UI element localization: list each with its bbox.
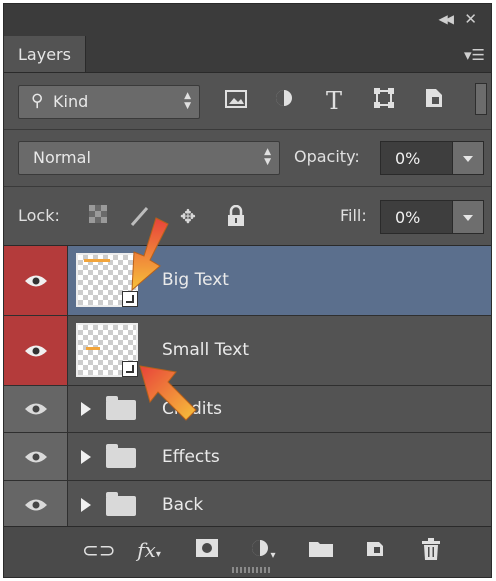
thumbnail-content [86, 347, 100, 350]
fill-label: Fill: [340, 206, 367, 225]
layer-name[interactable]: Back [162, 495, 203, 515]
delete-layer-icon[interactable] [418, 538, 444, 565]
fx-label: fx [137, 538, 156, 562]
blend-mode-select[interactable]: Normal ▲ ▼ [18, 141, 280, 175]
folder-icon [106, 492, 136, 516]
visibility-eye-icon[interactable] [4, 246, 68, 315]
new-group-folder-icon[interactable] [308, 538, 334, 562]
layer-name[interactable]: Small Text [162, 340, 249, 360]
expand-triangle-icon[interactable] [81, 450, 91, 464]
blend-mode-value: Normal [33, 148, 91, 167]
expand-triangle-icon[interactable] [81, 402, 91, 416]
filter-toggle-switch[interactable] [475, 83, 487, 115]
add-mask-icon[interactable] [194, 538, 220, 562]
search-icon: ⚲ [31, 91, 44, 111]
lock-position-icon[interactable]: ✥ [176, 205, 200, 229]
layers-list: Big Text Small Text Credits [4, 217, 491, 529]
tab-layers[interactable]: Layers [4, 36, 86, 72]
blend-row: Normal ▲ ▼ Opacity: 0% [4, 130, 491, 187]
panel-footer: ⊂⊃ fx▾ ▾ [4, 526, 491, 577]
visibility-eye-icon[interactable] [4, 433, 68, 480]
fill-value: 0% [395, 208, 421, 227]
layer-group-effects[interactable]: Effects [4, 433, 491, 481]
adjustment-layer-filter-icon[interactable] [270, 87, 298, 115]
type-layer-filter-icon[interactable]: T [320, 87, 348, 115]
smart-object-filter-icon[interactable] [420, 87, 448, 115]
layer-row-big-text[interactable]: Big Text [4, 246, 491, 316]
annotation-arrow-icon [131, 217, 169, 292]
opacity-dropdown-icon[interactable] [452, 142, 483, 174]
link-layers-icon[interactable]: ⊂⊃ [82, 538, 116, 562]
visibility-eye-icon[interactable] [4, 386, 68, 432]
tab-layers-label: Layers [18, 45, 71, 64]
thumbnail-content [84, 259, 110, 262]
shape-layer-filter-icon[interactable] [370, 87, 398, 115]
new-layer-icon[interactable] [362, 538, 388, 563]
opacity-label: Opacity: [294, 147, 360, 166]
layer-group-back[interactable]: Back [4, 481, 491, 529]
filter-row: ⚲ Kind ▲ ▼ T [4, 73, 491, 130]
lock-transparent-pixels-icon[interactable] [86, 205, 110, 229]
layer-thumbnail[interactable] [76, 323, 138, 377]
layer-name[interactable]: Effects [162, 447, 220, 467]
layer-group-credits[interactable]: Credits [4, 386, 491, 433]
resize-grip[interactable] [232, 567, 272, 573]
adjustment-layer-icon[interactable]: ▾ [250, 538, 276, 563]
fill-dropdown-icon[interactable] [452, 201, 483, 233]
fx-icon[interactable]: fx▾ [136, 538, 162, 562]
close-panel-icon[interactable]: ✕ [464, 10, 477, 28]
lock-label: Lock: [18, 206, 60, 225]
panel-menu-icon[interactable]: ▾☰ [464, 46, 485, 64]
layer-row-small-text[interactable]: Small Text [4, 316, 491, 386]
lock-all-icon[interactable] [224, 204, 248, 229]
opacity-field[interactable]: 0% [380, 141, 484, 175]
stepper-arrows-icon: ▲ ▼ [264, 147, 271, 167]
filter-kind-select[interactable]: ⚲ Kind ▲ ▼ [18, 85, 200, 119]
lock-row: Lock: ✥ Fill: 0% [4, 187, 491, 246]
panel-title-bar: ◀◀ ✕ [4, 4, 491, 36]
stepper-arrows-icon: ▲ ▼ [184, 91, 191, 111]
annotation-arrow-icon [139, 365, 197, 421]
visibility-eye-icon[interactable] [4, 316, 68, 385]
layers-panel: ◀◀ ✕ Layers ▾☰ ⚲ Kind ▲ ▼ T Normal ▲ ▼ O… [3, 3, 492, 578]
folder-icon [106, 444, 136, 468]
folder-icon [106, 396, 136, 420]
collapse-panel-icon[interactable]: ◀◀ [439, 12, 455, 26]
filter-kind-label: Kind [53, 92, 89, 111]
expand-triangle-icon[interactable] [81, 498, 91, 512]
pixel-layer-filter-icon[interactable] [222, 87, 250, 115]
visibility-eye-icon[interactable] [4, 481, 68, 528]
fill-field[interactable]: 0% [380, 200, 484, 234]
panel-tab-row: Layers ▾☰ [4, 36, 491, 73]
opacity-value: 0% [395, 149, 421, 168]
